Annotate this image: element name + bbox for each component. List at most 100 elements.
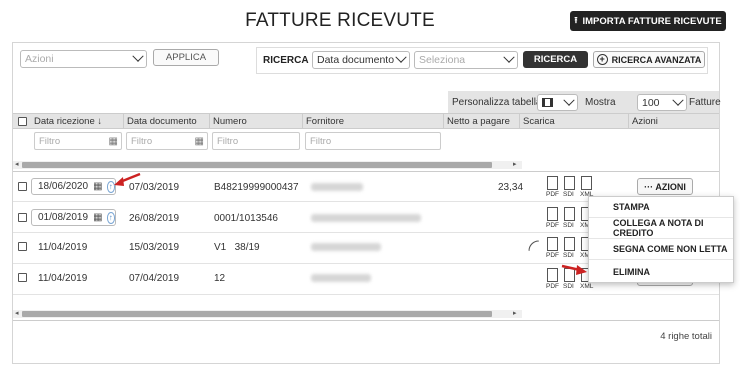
upload-icon: ⭱	[574, 15, 578, 25]
bulk-actions-placeholder: Azioni	[25, 53, 54, 65]
download-label: PDF	[546, 283, 559, 290]
net-amount: 23,34	[498, 182, 524, 193]
pdf-file-icon[interactable]	[547, 237, 558, 251]
table-header: Data ricezione ↓ Data documento Numero F…	[13, 113, 719, 129]
supplier-name-redacted	[311, 214, 421, 222]
search-value-placeholder: Seleziona	[419, 54, 466, 66]
col-received-date[interactable]: Data ricezione ↓	[31, 114, 124, 128]
download-label: PDF	[546, 252, 559, 259]
red-arrow-icon	[114, 172, 141, 186]
scroll-right-icon[interactable]: ▸	[513, 160, 517, 168]
download-label: PDF	[546, 191, 559, 198]
search-button[interactable]: RICERCA	[523, 51, 588, 68]
search-value-select[interactable]: Seleziona	[414, 51, 518, 69]
chevron-down-icon	[395, 51, 407, 63]
row-checkbox[interactable]	[18, 273, 27, 282]
download-label: SDI	[563, 283, 574, 290]
received-date-picker[interactable]: 18/06/2020 ▦ ↑	[31, 178, 116, 195]
filter-placeholder: Filtro	[131, 135, 153, 147]
calendar-icon[interactable]: ▦	[93, 212, 102, 223]
filter-supplier[interactable]: Filtro	[305, 132, 441, 150]
filter-received-date[interactable]: Filtro ▦	[34, 132, 122, 150]
download-label: SDI	[563, 222, 574, 229]
pdf-file-icon[interactable]	[547, 176, 558, 190]
col-received-date-label: Data ricezione	[34, 115, 95, 127]
download-label: XML	[580, 283, 594, 290]
download-label: SDI	[563, 252, 574, 259]
menu-item-delete[interactable]: ELIMINA	[589, 261, 733, 282]
sdi-file-icon[interactable]	[564, 207, 575, 221]
filter-placeholder: Filtro	[310, 135, 332, 147]
calendar-icon[interactable]: ▦	[195, 136, 204, 147]
document-date: 07/04/2019	[129, 273, 180, 284]
chevron-down-icon	[672, 94, 684, 106]
columns-icon	[542, 98, 553, 107]
filter-placeholder: Filtro	[39, 135, 61, 147]
xml-file-icon[interactable]	[581, 176, 592, 190]
received-date: 11/04/2019	[38, 273, 88, 284]
page-size-select[interactable]: 100	[637, 94, 687, 111]
invoice-number: B48219999000437	[214, 182, 299, 193]
row-checkbox[interactable]	[18, 182, 27, 191]
col-net-amount[interactable]: Netto a pagare	[444, 114, 520, 128]
supplier-name-redacted	[311, 243, 381, 251]
select-all-checkbox[interactable]	[18, 117, 27, 126]
bulk-actions-select[interactable]: Azioni	[20, 50, 147, 68]
scroll-left-icon[interactable]: ◂	[15, 160, 19, 168]
scroll-left-icon[interactable]: ◂	[15, 309, 19, 317]
search-field-value: Data documento	[317, 54, 395, 66]
invoice-number: 12	[214, 273, 226, 284]
scrollbar-thumb[interactable]	[22, 162, 492, 168]
search-field-select[interactable]: Data documento	[312, 51, 410, 69]
received-date-value: 18/06/2020	[38, 181, 89, 192]
calendar-icon[interactable]: ▦	[109, 136, 118, 147]
filter-placeholder: Filtro	[217, 135, 239, 147]
col-download: Scarica	[520, 114, 629, 128]
received-date: 11/04/2019	[38, 242, 88, 253]
pdf-file-icon[interactable]	[547, 207, 558, 221]
advanced-search-button[interactable]: + RICERCA AVANZATA	[593, 51, 705, 68]
plus-circle-icon: +	[596, 54, 608, 65]
download-label: SDI	[563, 191, 574, 198]
download-label: PDF	[546, 222, 559, 229]
apply-button[interactable]: APPLICA	[153, 49, 219, 66]
customize-table-button[interactable]	[537, 94, 578, 111]
sdi-file-icon[interactable]	[564, 176, 575, 190]
import-invoices-button[interactable]: ⭱ IMPORTA FATTURE RICEVUTE	[570, 11, 726, 31]
advanced-search-label: RICERCA AVANZATA	[611, 54, 702, 65]
received-date-picker[interactable]: 01/08/2019 ▦ ↑	[31, 209, 116, 226]
col-supplier[interactable]: Fornitore	[303, 114, 444, 128]
red-arrow-icon	[561, 264, 587, 275]
calendar-icon[interactable]: ▦	[93, 181, 102, 192]
sdi-file-icon[interactable]	[564, 237, 575, 251]
received-date-value: 01/08/2019	[38, 212, 89, 223]
col-number[interactable]: Numero	[210, 114, 303, 128]
menu-item-link-credit-note[interactable]: COLLEGA A NOTA DI CREDITO	[589, 218, 733, 239]
show-label: Mostra	[585, 97, 616, 108]
import-invoices-label: IMPORTA FATTURE RICEVUTE	[582, 15, 722, 27]
invoice-number: 0001/1013546	[214, 213, 278, 224]
actions-dropdown-menu: STAMPA COLLEGA A NOTA DI CREDITO SEGNA C…	[588, 196, 734, 283]
document-date: 15/03/2019	[129, 242, 180, 253]
col-actions: Azioni	[632, 115, 658, 127]
row-actions-button[interactable]: ··· AZIONI	[637, 178, 693, 195]
divider	[13, 320, 719, 321]
row-checkbox[interactable]	[18, 242, 27, 251]
filter-number[interactable]: Filtro	[212, 132, 300, 150]
filter-document-date[interactable]: Filtro ▦	[126, 132, 208, 150]
col-document-date[interactable]: Data documento	[124, 114, 210, 128]
supplier-name-redacted	[311, 274, 371, 282]
supplier-name-redacted	[311, 183, 363, 191]
chevron-down-icon	[563, 94, 575, 106]
row-checkbox[interactable]	[18, 213, 27, 222]
scrollbar-thumb[interactable]	[22, 311, 492, 317]
menu-item-print[interactable]: STAMPA	[589, 197, 733, 218]
upload-icon[interactable]: ↑	[106, 211, 115, 224]
search-label: RICERCA	[263, 55, 309, 66]
invoices-suffix-label: Fatture	[689, 97, 721, 108]
sort-down-icon: ↓	[97, 115, 103, 127]
page-size-value: 100	[642, 96, 660, 109]
scroll-right-icon[interactable]: ▸	[513, 309, 517, 317]
pdf-file-icon[interactable]	[547, 268, 558, 282]
menu-item-mark-unread[interactable]: SEGNA COME NON LETTA	[589, 239, 733, 260]
